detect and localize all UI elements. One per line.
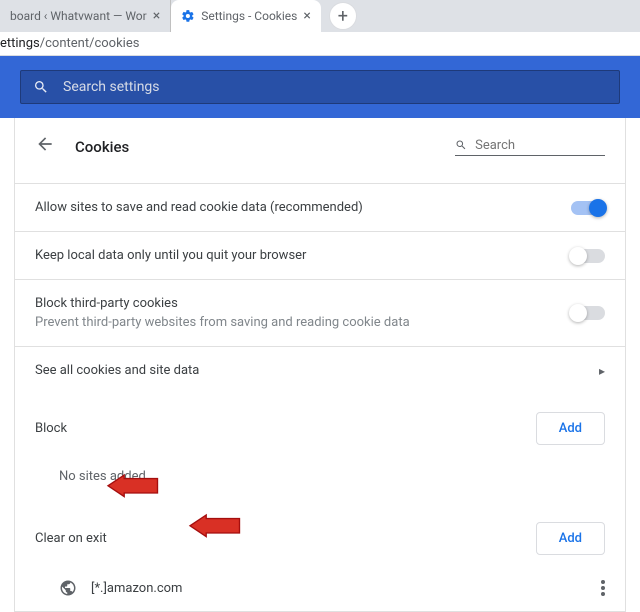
search-icon [33, 79, 49, 95]
row-label: Keep local data only until you quit your… [35, 248, 571, 263]
tab-inactive[interactable]: board ‹ Whatvwant — Wor × [0, 0, 171, 32]
settings-card: Cookies Allow sites to save and read coo… [14, 118, 626, 612]
search-settings-placeholder: Search settings [63, 79, 160, 95]
url-fragment: /content/cookies [40, 36, 140, 51]
section-label: Clear on exit [35, 531, 536, 546]
section-clear-on-exit: Clear on exit Add [15, 504, 625, 565]
toggle-keep-local[interactable] [571, 249, 605, 263]
page-title: Cookies [75, 138, 435, 156]
add-button-clear-on-exit[interactable]: Add [536, 522, 605, 555]
search-settings-bar[interactable]: Search settings [20, 70, 620, 104]
row-label: See all cookies and site data [35, 363, 599, 378]
row-label: Block third-party cookies [35, 296, 571, 311]
row-label: Allow sites to save and read cookie data… [35, 200, 571, 215]
add-button-block[interactable]: Add [536, 412, 605, 445]
site-pattern: [*.]amazon.com [91, 581, 587, 596]
globe-icon [59, 579, 77, 597]
block-empty-text: No sites added [15, 455, 625, 504]
gear-icon [181, 9, 195, 23]
section-label: Block [35, 421, 536, 436]
tab-active[interactable]: Settings - Cookies × [171, 0, 321, 32]
toggle-allow-sites[interactable] [571, 201, 605, 215]
row-allow-sites: Allow sites to save and read cookie data… [15, 183, 625, 231]
tab-title: board ‹ Whatvwant — Wor [10, 9, 147, 23]
browser-tabstrip: board ‹ Whatvwant — Wor × Settings - Coo… [0, 0, 640, 32]
row-keep-local: Keep local data only until you quit your… [15, 231, 625, 279]
new-tab-button[interactable]: + [329, 2, 357, 30]
close-icon[interactable]: × [303, 9, 310, 23]
section-block: Block Add [15, 394, 625, 455]
chevron-right-icon: ▸ [599, 364, 605, 378]
more-vert-icon[interactable] [601, 580, 605, 596]
toggle-block-third[interactable] [571, 306, 605, 320]
row-see-all[interactable]: See all cookies and site data ▸ [15, 346, 625, 394]
address-bar[interactable]: ettings/content/cookies [0, 32, 640, 56]
close-icon[interactable]: × [153, 9, 160, 23]
url-fragment: ettings [0, 36, 40, 51]
page-search-input[interactable] [475, 138, 605, 153]
page-search[interactable] [455, 138, 605, 156]
site-row: [*.]amazon.com [15, 565, 625, 611]
back-arrow-icon[interactable] [35, 134, 55, 159]
tab-title: Settings - Cookies [201, 9, 297, 23]
settings-header: Search settings [0, 56, 640, 118]
search-icon [455, 138, 467, 152]
row-sublabel: Prevent third-party websites from saving… [35, 315, 571, 330]
row-block-third: Block third-party cookies Prevent third-… [15, 279, 625, 346]
